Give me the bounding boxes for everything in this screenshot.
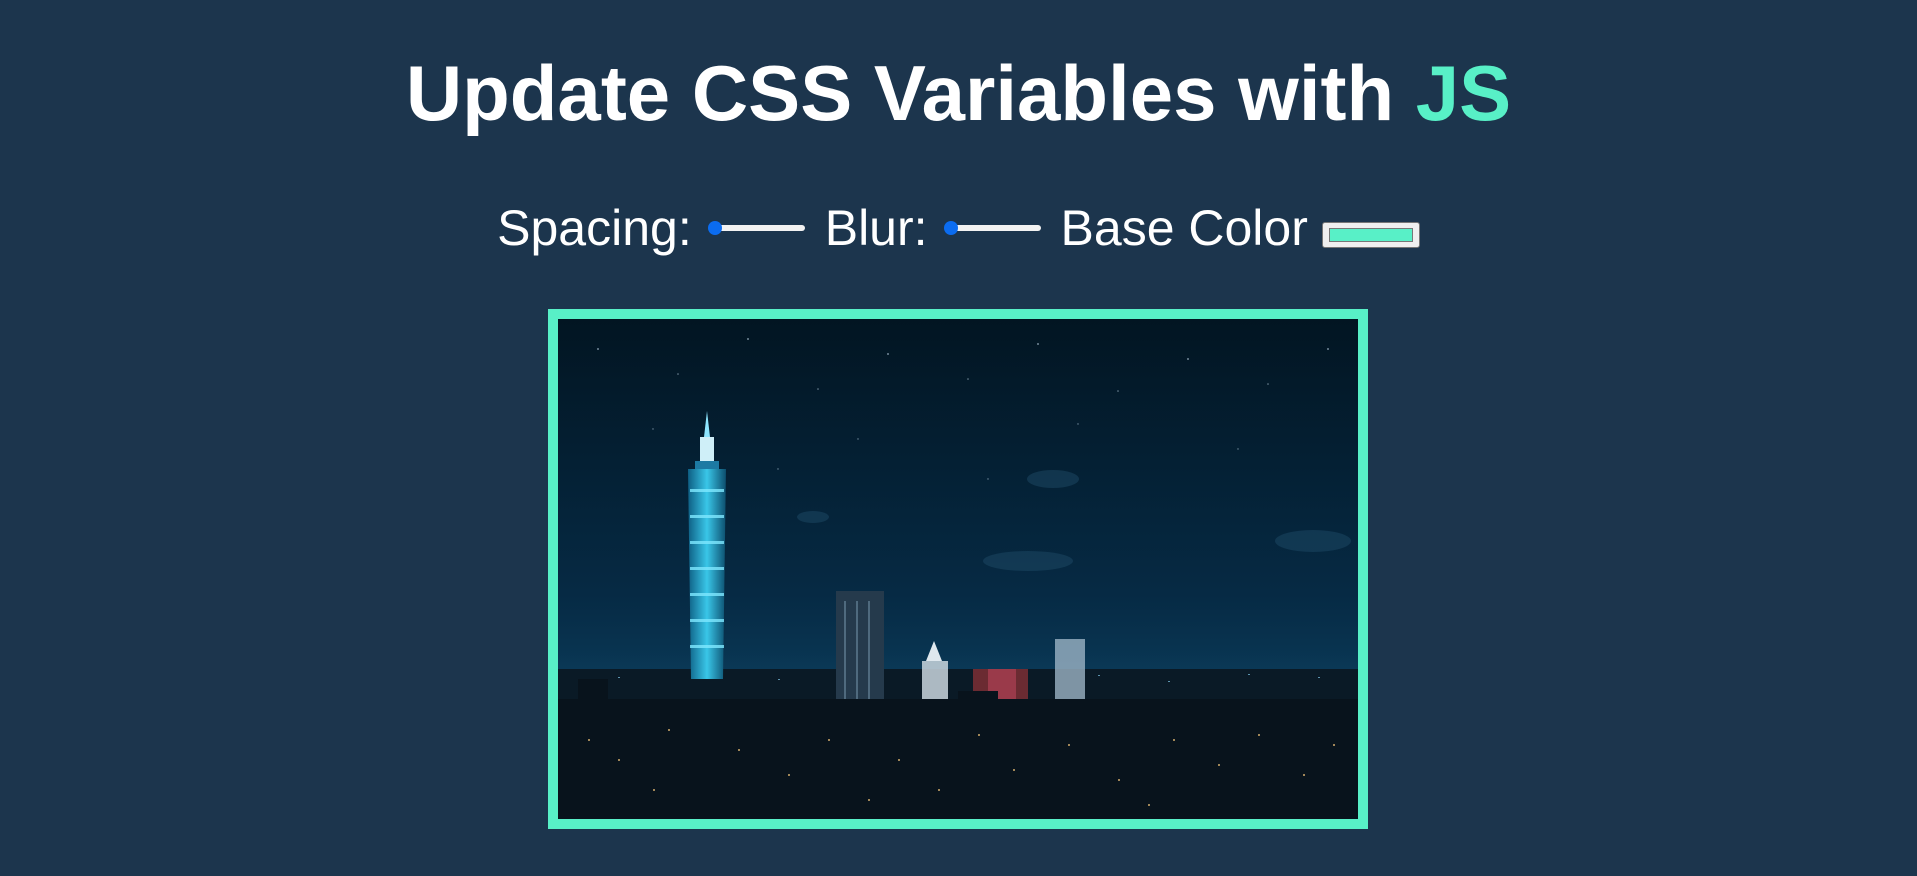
base-color-picker[interactable] [1321, 222, 1420, 248]
skyline-photo [548, 309, 1368, 829]
blur-label: Blur: [824, 200, 928, 256]
base-color-swatch [1328, 228, 1413, 242]
page: Update CSS Variables with JS Spacing: Bl… [0, 0, 1917, 876]
page-title: Update CSS Variables with JS [0, 48, 1917, 138]
foreground-buildings [558, 679, 1358, 819]
spacing-label: Spacing: [497, 200, 692, 256]
blur-slider-thumb[interactable] [943, 221, 958, 235]
spacing-slider[interactable] [707, 218, 805, 238]
page-title-accent: JS [1415, 49, 1512, 137]
skyline-image [558, 319, 1358, 819]
blur-slider[interactable] [943, 218, 1041, 238]
spacing-slider-track [711, 225, 805, 231]
spacing-slider-thumb[interactable] [707, 221, 722, 235]
base-color-label: Base Color [1060, 200, 1308, 256]
controls-bar: Spacing: Blur: Base Color [0, 200, 1917, 256]
blur-slider-track [947, 225, 1041, 231]
page-title-main: Update CSS Variables with [405, 49, 1416, 137]
